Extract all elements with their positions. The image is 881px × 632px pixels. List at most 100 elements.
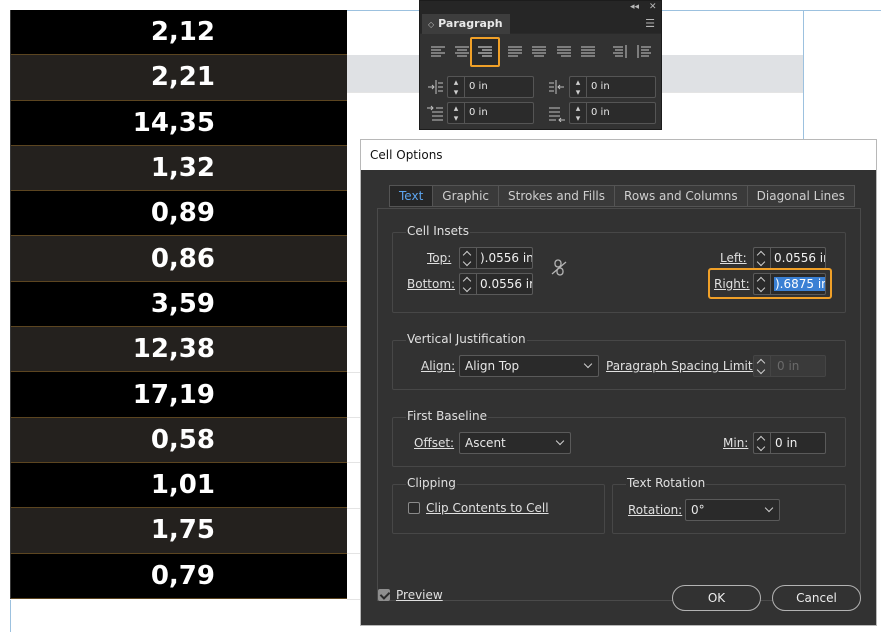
paragraph-panel: ◂◂ ✕ ◇ Paragraph ☰ ▴ ▾ 0 in ▴ ▾ 0 in ▴ ▾… [419, 0, 662, 130]
right-inset-label-text: Right: [714, 277, 750, 291]
preview-label[interactable]: Preview [396, 584, 443, 606]
table-cell[interactable]: 14,35 [11, 100, 347, 146]
bottom-inset-input[interactable]: 0.0556 ir [476, 273, 533, 295]
paragraph-spacing-input: 0 in [770, 355, 826, 377]
left-indent-stepper[interactable]: ▴ ▾ [447, 76, 464, 98]
top-inset-stepper[interactable] [459, 247, 476, 269]
tab-strokes-and-fills[interactable]: Strokes and Fills [499, 185, 616, 207]
first-line-indent-input[interactable]: 0 in [464, 102, 534, 124]
right-inset-label: Right: [714, 273, 750, 295]
justify-center-icon [532, 46, 546, 57]
collapse-panel-icon[interactable]: ◂◂ [630, 1, 639, 14]
offset-dropdown[interactable]: Ascent [459, 432, 571, 454]
left-inset-label: Left: [720, 247, 747, 269]
right-indent-input[interactable]: 0 in [586, 76, 656, 98]
link-insets-icon[interactable] [551, 259, 567, 277]
table-cell[interactable]: 0,89 [11, 191, 347, 237]
dialog-tabs: Text Graphic Strokes and Fills Rows and … [389, 185, 855, 207]
column-guide [803, 10, 804, 140]
tab-diagonal-lines[interactable]: Diagonal Lines [747, 185, 855, 207]
row-divider [347, 508, 360, 509]
table-cell[interactable]: 1,01 [11, 462, 347, 509]
align-dropdown-value: Align Top [465, 359, 520, 373]
left-guide [10, 600, 11, 632]
right-inset-stepper[interactable] [753, 273, 770, 295]
ok-button[interactable]: OK [672, 585, 761, 611]
offset-dropdown-value: Ascent [465, 436, 506, 450]
left-inset-stepper[interactable] [753, 247, 770, 269]
justify-left-button[interactable] [504, 39, 526, 65]
left-inset-label-text: Left: [720, 251, 747, 265]
chevron-down-icon [583, 359, 593, 369]
paragraph-panel-title: Paragraph [438, 17, 503, 30]
table-cell[interactable]: 1,75 [11, 508, 347, 554]
last-line-indent-icon [549, 107, 565, 122]
table-cell[interactable]: 0,79 [11, 553, 347, 599]
top-inset-label: Top: [427, 247, 451, 269]
tab-graphic[interactable]: Graphic [433, 185, 500, 207]
preview-checkbox[interactable] [378, 589, 390, 601]
cell-insets-heading: Cell Insets [406, 224, 470, 238]
rotation-dropdown-value: 0° [691, 503, 705, 517]
table-cell[interactable]: 1,32 [11, 145, 347, 192]
table-cell[interactable]: 0,86 [11, 236, 347, 282]
panel-expand-icon[interactable]: ◇ [428, 20, 434, 29]
left-indent-icon [428, 80, 443, 94]
last-line-indent-input[interactable]: 0 in [586, 102, 656, 124]
chevron-down-icon [555, 436, 565, 446]
top-inset-label-text: Top: [427, 251, 452, 265]
panel-title-bar: ◂◂ ✕ [420, 1, 661, 14]
table-cell[interactable]: 2,12 [11, 10, 347, 56]
clip-contents-checkbox[interactable] [408, 502, 420, 514]
right-inset-input[interactable]: ).6875 in [770, 273, 826, 295]
align-label-text: Align: [421, 359, 456, 373]
align-away-from-spine-icon [613, 45, 627, 58]
row-divider [347, 599, 360, 600]
table-cell[interactable]: 12,38 [11, 327, 347, 373]
data-table-column: 2,12 2,21 14,35 1,32 0,89 0,86 3,59 12,3… [10, 10, 347, 599]
align-dropdown[interactable]: Align Top [459, 355, 599, 377]
dialog-title: Cell Options [361, 140, 876, 170]
indesign-workspace: 2,12 2,21 14,35 1,32 0,89 0,86 3,59 12,3… [0, 0, 881, 632]
table-cell[interactable]: 0,58 [11, 417, 347, 463]
cancel-button[interactable]: Cancel [772, 585, 861, 611]
bottom-inset-stepper[interactable] [459, 273, 476, 295]
left-inset-input[interactable]: 0.0556 ir [770, 247, 826, 269]
align-center-button[interactable] [451, 39, 473, 65]
align-left-button[interactable] [427, 39, 449, 65]
first-line-indent-stepper[interactable]: ▴ ▾ [447, 102, 464, 124]
last-line-indent-stepper[interactable]: ▴ ▾ [569, 102, 586, 124]
panel-menu-icon[interactable]: ☰ [645, 18, 655, 29]
left-indent-input[interactable]: 0 in [464, 76, 534, 98]
table-cell[interactable]: 3,59 [11, 281, 347, 328]
align-right-button[interactable] [470, 37, 500, 67]
first-line-indent-icon [427, 105, 443, 121]
top-inset-input[interactable]: ).0556 in [476, 247, 533, 269]
row-divider [347, 417, 360, 418]
clip-contents-label[interactable]: Clip Contents to Cell [426, 497, 549, 519]
close-panel-icon[interactable]: ✕ [649, 1, 657, 14]
table-cell[interactable]: 17,19 [11, 372, 347, 418]
rotation-dropdown[interactable]: 0° [685, 499, 780, 521]
tab-text[interactable]: Text [389, 185, 434, 207]
table-cell[interactable]: 2,21 [11, 55, 347, 101]
row-divider [347, 372, 360, 373]
first-baseline-heading: First Baseline [406, 409, 488, 423]
clip-contents-label-text: Clip Contents to Cell [426, 501, 549, 515]
right-indent-icon [549, 80, 564, 94]
justify-right-icon [557, 46, 571, 57]
min-input[interactable]: 0 in [770, 432, 826, 454]
min-stepper[interactable] [753, 432, 770, 454]
tab-rows-and-columns[interactable]: Rows and Columns [615, 185, 748, 207]
paragraph-spacing-label-text: Paragraph Spacing Limit: [606, 359, 757, 373]
rotation-label-text: Rotation: [628, 503, 683, 517]
panel-tab-row: ◇ Paragraph ☰ [420, 14, 661, 34]
row-divider [347, 553, 360, 554]
paragraph-panel-tab[interactable]: ◇ Paragraph [422, 14, 510, 34]
row-divider [347, 462, 360, 463]
paragraph-spacing-label: Paragraph Spacing Limit: [606, 355, 757, 377]
right-indent-stepper[interactable]: ▴ ▾ [569, 76, 586, 98]
vertical-justification-heading: Vertical Justification [406, 332, 527, 346]
offset-label: Offset: [414, 432, 454, 454]
text-rotation-heading: Text Rotation [626, 476, 707, 490]
